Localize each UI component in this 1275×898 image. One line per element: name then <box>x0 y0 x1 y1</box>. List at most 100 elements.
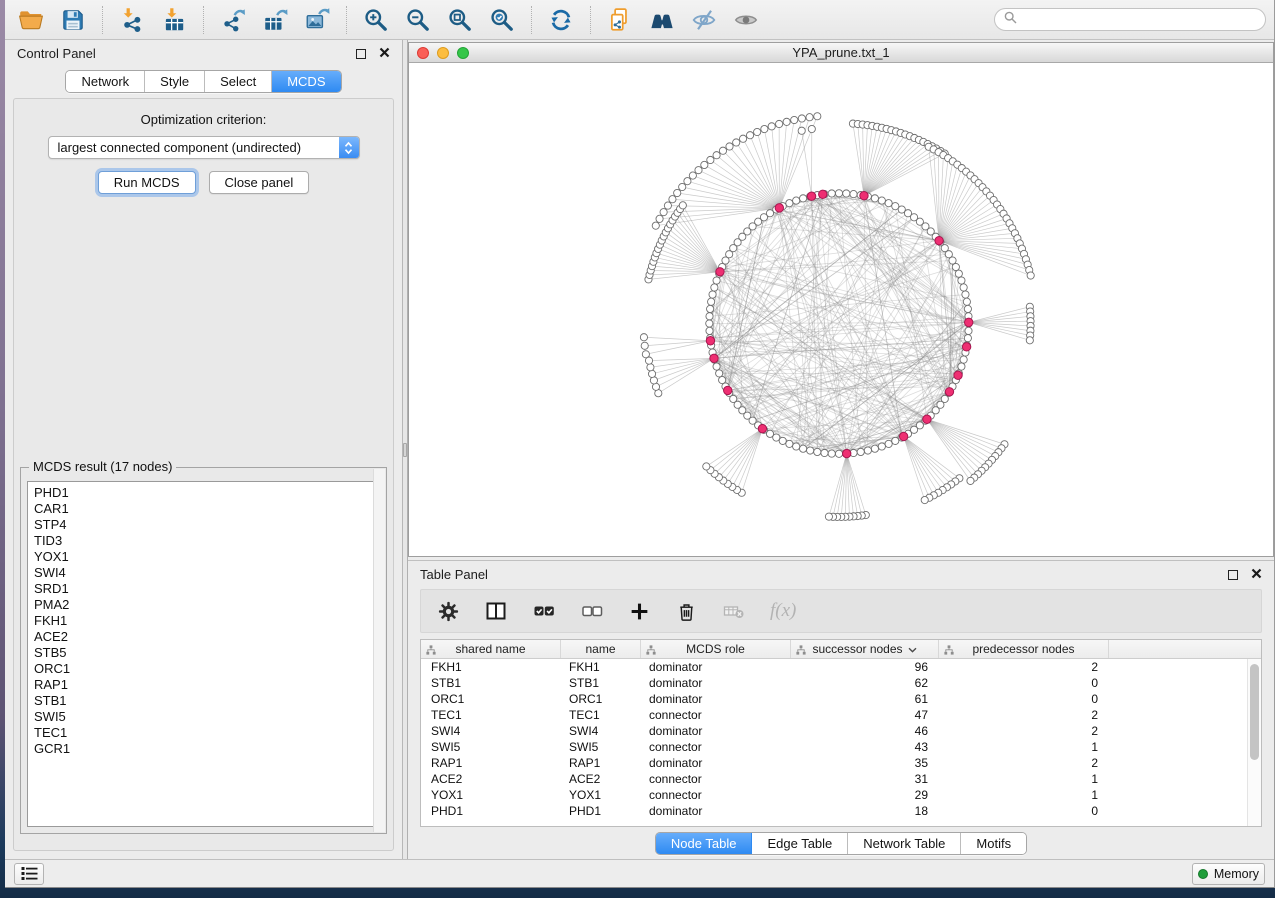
cell-successor-nodes[interactable]: 18 <box>791 803 939 819</box>
cell-name[interactable]: PHD1 <box>561 803 641 819</box>
cell-mcds-role[interactable]: dominator <box>641 755 791 771</box>
result-list-scrollbar[interactable] <box>373 469 385 832</box>
table-row[interactable]: STB1STB1dominator620 <box>421 675 1261 691</box>
search-box[interactable] <box>994 8 1266 31</box>
table-tab-network-table[interactable]: Network Table <box>848 833 961 854</box>
cell-predecessor-nodes[interactable]: 1 <box>939 739 1109 755</box>
search-input[interactable] <box>1023 13 1256 27</box>
memory-button[interactable]: Memory <box>1192 863 1265 885</box>
network-graph[interactable] <box>409 63 1273 556</box>
cell-mcds-role[interactable]: connector <box>641 739 791 755</box>
show-columns-icon[interactable] <box>484 599 508 623</box>
cell-name[interactable]: STB1 <box>561 675 641 691</box>
tab-mcds[interactable]: MCDS <box>272 71 340 92</box>
column-header-shared-name[interactable]: shared name <box>421 640 561 658</box>
create-new-column-plus-icon[interactable] <box>628 600 651 623</box>
cell-predecessor-nodes[interactable]: 2 <box>939 707 1109 723</box>
cell-mcds-role[interactable]: connector <box>641 787 791 803</box>
cell-mcds-role[interactable]: dominator <box>641 675 791 691</box>
table-row[interactable]: SWI5SWI5connector431 <box>421 739 1261 755</box>
mcds-result-item[interactable]: GCR1 <box>34 741 379 757</box>
table-row[interactable]: YOX1YOX1connector291 <box>421 787 1261 803</box>
zoom-fit-icon[interactable] <box>442 5 478 35</box>
cell-shared-name[interactable]: TEC1 <box>421 707 561 723</box>
cell-name[interactable]: YOX1 <box>561 787 641 803</box>
cell-shared-name[interactable]: ACE2 <box>421 771 561 787</box>
table-tab-edge-table[interactable]: Edge Table <box>752 833 848 854</box>
import-table-icon[interactable] <box>156 5 192 35</box>
cell-predecessor-nodes[interactable]: 0 <box>939 691 1109 707</box>
cell-mcds-role[interactable]: connector <box>641 771 791 787</box>
cell-predecessor-nodes[interactable]: 2 <box>939 755 1109 771</box>
mcds-result-item[interactable]: SWI4 <box>34 565 379 581</box>
cell-predecessor-nodes[interactable]: 1 <box>939 787 1109 803</box>
cell-predecessor-nodes[interactable]: 2 <box>939 723 1109 739</box>
cell-successor-nodes[interactable]: 62 <box>791 675 939 691</box>
cell-predecessor-nodes[interactable]: 0 <box>939 803 1109 819</box>
deselect-all-columns-icon[interactable] <box>580 599 604 623</box>
table-tab-node-table[interactable]: Node Table <box>656 833 753 854</box>
close-table-panel-icon[interactable] <box>1251 567 1262 582</box>
show-all-eye-icon[interactable] <box>728 5 764 35</box>
table-row[interactable]: SWI4SWI4dominator462 <box>421 723 1261 739</box>
cell-mcds-role[interactable]: dominator <box>641 803 791 819</box>
tab-network[interactable]: Network <box>66 71 145 92</box>
cell-name[interactable]: SWI4 <box>561 723 641 739</box>
mcds-result-item[interactable]: ORC1 <box>34 661 379 677</box>
cell-shared-name[interactable]: PHD1 <box>421 803 561 819</box>
mcds-result-item[interactable]: STB5 <box>34 645 379 661</box>
cell-successor-nodes[interactable]: 47 <box>791 707 939 723</box>
mcds-result-item[interactable]: FKH1 <box>34 613 379 629</box>
column-header-successor-nodes[interactable]: successor nodes <box>791 640 939 658</box>
table-options-gear-icon[interactable] <box>437 600 460 623</box>
mcds-result-item[interactable]: SWI5 <box>34 709 379 725</box>
cell-shared-name[interactable]: RAP1 <box>421 755 561 771</box>
vertical-splitter[interactable] <box>402 40 408 859</box>
mcds-result-item[interactable]: SRD1 <box>34 581 379 597</box>
cell-successor-nodes[interactable]: 96 <box>791 659 939 675</box>
maximize-window-traffic-light[interactable] <box>457 47 469 59</box>
cell-predecessor-nodes[interactable]: 1 <box>939 771 1109 787</box>
table-row[interactable]: ACE2ACE2connector311 <box>421 771 1261 787</box>
float-panel-icon[interactable] <box>356 49 366 59</box>
cell-predecessor-nodes[interactable]: 0 <box>939 675 1109 691</box>
cell-mcds-role[interactable]: connector <box>641 707 791 723</box>
cell-successor-nodes[interactable]: 43 <box>791 739 939 755</box>
cell-shared-name[interactable]: SWI4 <box>421 723 561 739</box>
column-header-predecessor-nodes[interactable]: predecessor nodes <box>939 640 1109 658</box>
table-tab-motifs[interactable]: Motifs <box>961 833 1026 854</box>
mcds-result-item[interactable]: ACE2 <box>34 629 379 645</box>
table-row[interactable]: PHD1PHD1dominator180 <box>421 803 1261 819</box>
cell-successor-nodes[interactable]: 61 <box>791 691 939 707</box>
cell-shared-name[interactable]: ORC1 <box>421 691 561 707</box>
close-window-traffic-light[interactable] <box>417 47 429 59</box>
import-network-icon[interactable] <box>114 5 150 35</box>
tab-style[interactable]: Style <box>145 71 205 92</box>
table-scrollbar[interactable] <box>1247 659 1261 826</box>
zoom-selected-icon[interactable] <box>484 5 520 35</box>
zoom-in-icon[interactable] <box>358 5 394 35</box>
mcds-result-item[interactable]: RAP1 <box>34 677 379 693</box>
table-row[interactable]: FKH1FKH1dominator962 <box>421 659 1261 675</box>
export-table-icon[interactable] <box>257 5 293 35</box>
table-row[interactable]: ORC1ORC1dominator610 <box>421 691 1261 707</box>
mcds-result-item[interactable]: STB1 <box>34 693 379 709</box>
mcds-result-list[interactable]: PHD1CAR1STP4TID3YOX1SWI4SRD1PMA2FKH1ACE2… <box>27 481 380 827</box>
hide-selected-eye-slash-icon[interactable] <box>686 5 722 35</box>
minimize-window-traffic-light[interactable] <box>437 47 449 59</box>
cell-shared-name[interactable]: STB1 <box>421 675 561 691</box>
splitter-handle[interactable] <box>403 443 407 457</box>
cell-name[interactable]: SWI5 <box>561 739 641 755</box>
mcds-result-item[interactable]: CAR1 <box>34 501 379 517</box>
cell-name[interactable]: ACE2 <box>561 771 641 787</box>
column-header-name[interactable]: name <box>561 640 641 658</box>
mcds-result-item[interactable]: STP4 <box>34 517 379 533</box>
clone-network-icon[interactable] <box>602 5 638 35</box>
column-header-mcds-role[interactable]: MCDS role <box>641 640 791 658</box>
cell-shared-name[interactable]: YOX1 <box>421 787 561 803</box>
export-image-icon[interactable] <box>299 5 335 35</box>
run-mcds-button[interactable]: Run MCDS <box>98 171 196 194</box>
table-row[interactable]: TEC1TEC1connector472 <box>421 707 1261 723</box>
table-row[interactable]: RAP1RAP1dominator352 <box>421 755 1261 771</box>
save-session-icon[interactable] <box>55 5 91 35</box>
